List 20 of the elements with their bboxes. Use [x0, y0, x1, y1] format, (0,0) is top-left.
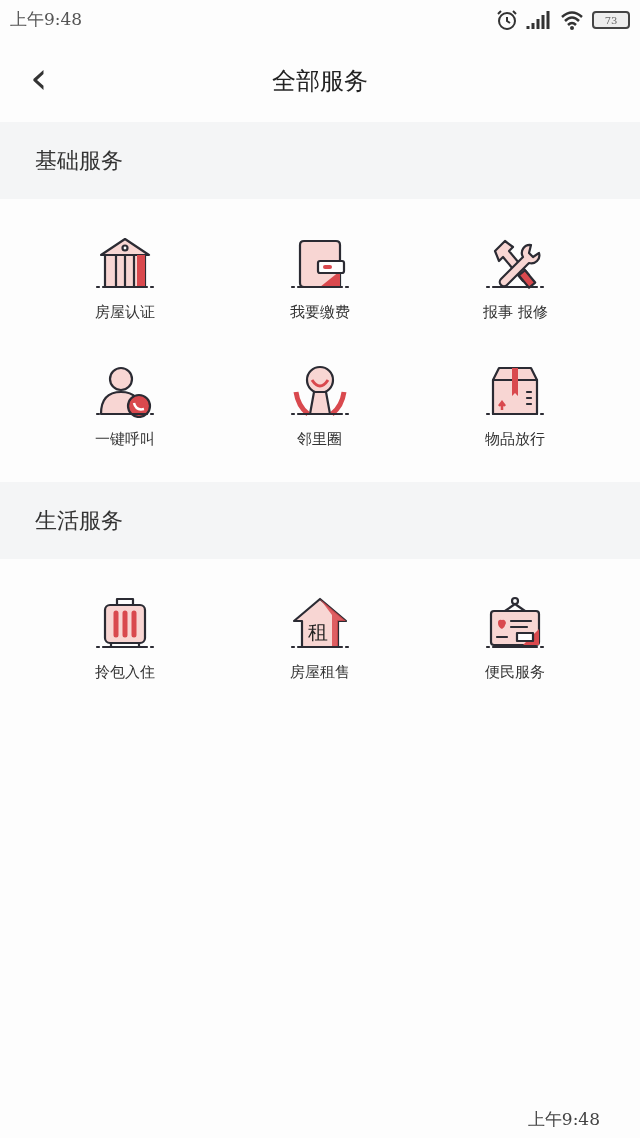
- back-button[interactable]: ‹: [22, 58, 56, 98]
- section-title: 基础服务: [0, 122, 640, 199]
- section-title: 生活服务: [0, 482, 640, 559]
- battery-icon: 73: [592, 11, 630, 29]
- alarm-icon: [496, 9, 518, 31]
- footer-time: 上午9:48: [527, 1107, 600, 1131]
- signal-icon: [526, 9, 552, 31]
- service-button[interactable]: 租 房屋租售: [222, 587, 418, 692]
- house-sign-text: 租: [308, 620, 328, 644]
- service-button[interactable]: 报事 报修: [417, 227, 613, 332]
- service-button[interactable]: 便民服务: [417, 587, 613, 692]
- page-title: 全部服务: [272, 66, 368, 97]
- service-button[interactable]: 我要缴费: [222, 227, 418, 332]
- status-time: 上午9:48: [10, 8, 83, 32]
- service-button[interactable]: 房屋认证: [27, 227, 223, 332]
- service-button[interactable]: 拎包入住: [27, 587, 223, 692]
- service-button[interactable]: 一键呼叫: [27, 353, 223, 458]
- service-button[interactable]: 邻里圈: [222, 353, 418, 458]
- wifi-icon: [560, 10, 584, 30]
- service-button[interactable]: 物品放行: [417, 353, 613, 458]
